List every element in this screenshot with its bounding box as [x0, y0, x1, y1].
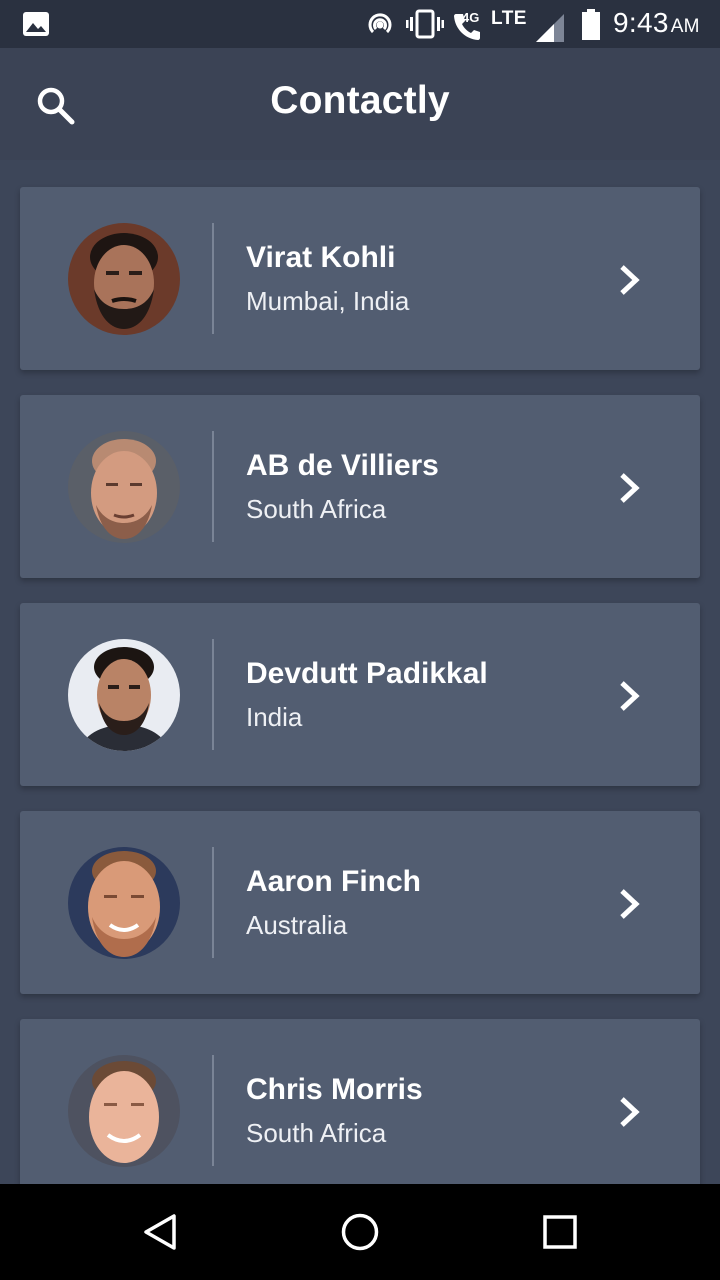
contact-name: Chris Morris — [246, 1073, 423, 1106]
recents-icon[interactable] — [542, 1212, 578, 1252]
gallery-icon — [23, 12, 49, 36]
card-divider — [212, 223, 214, 334]
chevron-right-icon — [620, 889, 640, 919]
contact-location: South Africa — [246, 494, 387, 524]
contact-name: Aaron Finch — [246, 865, 422, 898]
clock: 9:43 AM — [613, 7, 700, 39]
chevron-right-icon — [620, 265, 640, 295]
contact-card[interactable]: Devdutt Padikkal India — [20, 603, 700, 786]
card-divider — [212, 1055, 214, 1166]
contact-card[interactable]: Chris Morris South Africa — [20, 1019, 700, 1202]
clock-time: 9:43 — [613, 7, 669, 38]
chevron-right-icon — [620, 473, 640, 503]
avatar — [68, 1055, 180, 1167]
back-icon[interactable] — [140, 1212, 180, 1252]
app-bar: Contactly — [0, 48, 720, 160]
contact-location: South Africa — [246, 1118, 387, 1148]
clock-ampm: AM — [670, 16, 700, 37]
vibrate-icon — [406, 9, 444, 39]
contact-name: AB de Villiers — [246, 449, 439, 482]
contact-location: Australia — [246, 910, 348, 940]
app-title: Contactly — [270, 79, 450, 122]
home-icon[interactable] — [340, 1212, 380, 1252]
network-type-small: 4G — [462, 10, 480, 25]
navigation-bar — [0, 1184, 720, 1280]
card-divider — [212, 847, 214, 958]
card-divider — [212, 431, 214, 542]
contact-name: Virat Kohli — [246, 241, 396, 274]
contact-card[interactable]: Aaron Finch Australia — [20, 811, 700, 994]
avatar — [68, 639, 180, 751]
contact-name: Devdutt Padikkal — [246, 657, 488, 690]
status-bar: 4G LTE 9:43 AM — [0, 0, 720, 48]
contact-card[interactable]: AB de Villiers South Africa — [20, 395, 700, 578]
card-divider — [212, 639, 214, 750]
avatar — [68, 431, 180, 543]
battery-icon — [582, 9, 600, 40]
network-type: LTE — [491, 8, 527, 29]
avatar — [68, 847, 180, 959]
hotspot-icon — [368, 13, 392, 34]
contact-location: Mumbai, India — [246, 286, 410, 316]
avatar — [68, 223, 180, 335]
chevron-right-icon — [620, 681, 640, 711]
chevron-right-icon — [620, 1097, 640, 1127]
contact-card[interactable]: Virat Kohli Mumbai, India — [20, 187, 700, 370]
contact-location: India — [246, 702, 303, 732]
signal-icon — [536, 14, 564, 42]
